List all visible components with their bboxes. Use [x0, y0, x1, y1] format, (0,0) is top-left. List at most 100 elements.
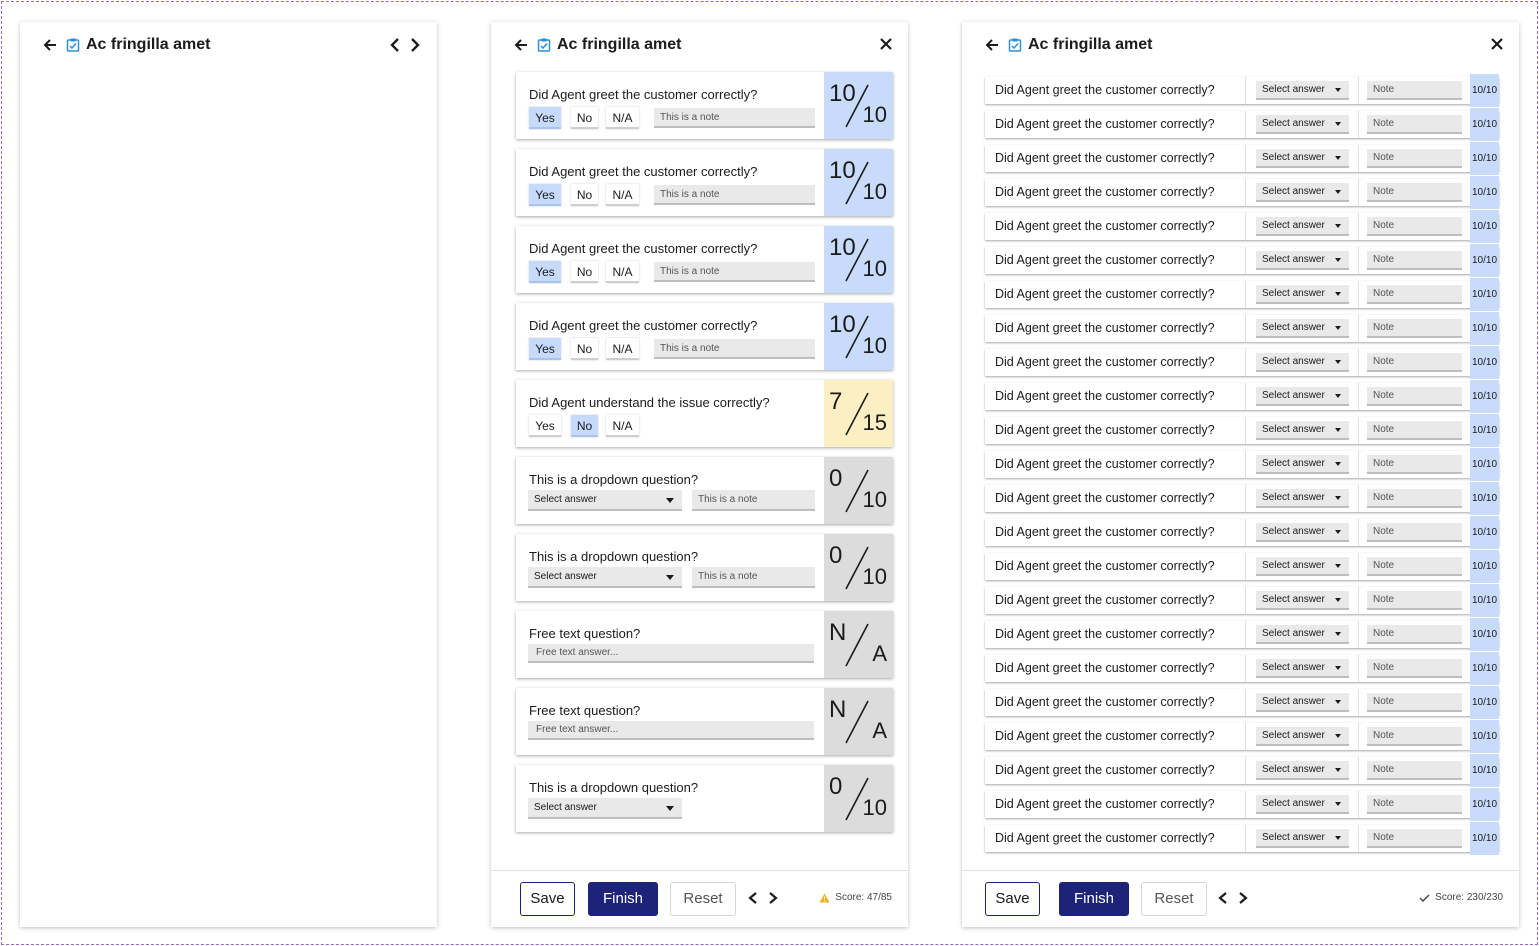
- answer-option-yes[interactable]: Yes: [529, 184, 561, 206]
- note-field[interactable]: Note: [1367, 693, 1462, 712]
- answer-dropdown[interactable]: Select answer: [1256, 761, 1349, 780]
- answer-option-yes[interactable]: Yes: [529, 107, 561, 129]
- check-icon: [1419, 894, 1430, 902]
- answer-dropdown[interactable]: Select answer: [1256, 81, 1349, 100]
- answer-option-no[interactable]: No: [571, 415, 598, 437]
- note-field[interactable]: This is a note: [654, 339, 815, 359]
- answer-dropdown[interactable]: Select answer: [1256, 421, 1349, 440]
- answer-dropdown[interactable]: Select answer: [1256, 523, 1349, 542]
- answer-dropdown[interactable]: Select answer: [1256, 591, 1349, 610]
- answer-dropdown[interactable]: Select answer: [1256, 149, 1349, 168]
- note-field[interactable]: Note: [1367, 557, 1462, 576]
- answer-option-na[interactable]: N/A: [606, 415, 639, 437]
- note-field[interactable]: Note: [1367, 285, 1462, 304]
- answer-option-na[interactable]: N/A: [606, 107, 639, 129]
- answer-dropdown[interactable]: Select answer: [1256, 319, 1349, 338]
- free-text-input[interactable]: Free text answer...: [528, 721, 814, 740]
- answer-dropdown[interactable]: Select answer: [1256, 727, 1349, 746]
- save-button[interactable]: Save: [985, 882, 1040, 916]
- answer-dropdown[interactable]: Select answer: [1256, 183, 1349, 202]
- question-text: Did Agent greet the customer correctly?: [995, 457, 1215, 471]
- chevron-left-icon[interactable]: [1216, 890, 1230, 906]
- answer-option-no[interactable]: No: [571, 184, 598, 206]
- note-field[interactable]: Note: [1367, 251, 1462, 270]
- answer-option-no[interactable]: No: [571, 107, 598, 129]
- answer-dropdown[interactable]: Select answer: [1256, 659, 1349, 678]
- answer-dropdown[interactable]: Select answer: [528, 567, 682, 588]
- question-text: Did Agent greet the customer correctly?: [995, 321, 1215, 335]
- note-field[interactable]: Note: [1367, 625, 1462, 644]
- note-field[interactable]: Note: [1367, 761, 1462, 780]
- answer-option-yes[interactable]: Yes: [529, 415, 561, 437]
- chevron-right-icon[interactable]: [1236, 890, 1250, 906]
- back-arrow-icon[interactable]: [511, 35, 531, 55]
- answer-dropdown[interactable]: Select answer: [1256, 557, 1349, 576]
- answer-dropdown[interactable]: Select answer: [1256, 795, 1349, 814]
- answer-option-no[interactable]: No: [571, 338, 598, 360]
- note-field[interactable]: This is a note: [692, 567, 815, 588]
- answer-dropdown[interactable]: Select answer: [1256, 387, 1349, 406]
- answer-option-yes[interactable]: Yes: [529, 261, 561, 283]
- answer-dropdown[interactable]: Select answer: [1256, 693, 1349, 712]
- back-arrow-icon[interactable]: [982, 35, 1002, 55]
- note-field[interactable]: Note: [1367, 421, 1462, 440]
- chevron-left-icon[interactable]: [746, 890, 760, 906]
- answer-dropdown[interactable]: Select answer: [1256, 217, 1349, 236]
- free-text-input[interactable]: Free text answer...: [528, 644, 814, 663]
- note-field[interactable]: Note: [1367, 115, 1462, 134]
- answer-dropdown[interactable]: Select answer: [1256, 353, 1349, 372]
- note-field[interactable]: Note: [1367, 591, 1462, 610]
- answer-dropdown[interactable]: Select answer: [1256, 455, 1349, 474]
- note-field[interactable]: Note: [1367, 353, 1462, 372]
- caret-down-icon: [1335, 700, 1341, 704]
- note-field[interactable]: This is a note: [654, 262, 815, 282]
- reset-button[interactable]: Reset: [1141, 882, 1207, 916]
- back-arrow-icon[interactable]: [40, 35, 60, 55]
- reset-button[interactable]: Reset: [670, 882, 736, 916]
- score-badge: 10/10: [1470, 482, 1499, 515]
- answer-dropdown[interactable]: Select answer: [1256, 285, 1349, 304]
- answer-option-na[interactable]: N/A: [606, 184, 639, 206]
- footer-nav: [1216, 890, 1250, 906]
- answer-option-yes[interactable]: Yes: [529, 338, 561, 360]
- note-field[interactable]: This is a note: [692, 490, 815, 511]
- dropdown-value: Select answer: [1262, 492, 1325, 503]
- note-field[interactable]: Note: [1367, 81, 1462, 100]
- chevron-right-icon[interactable]: [407, 36, 423, 54]
- finish-button[interactable]: Finish: [588, 882, 658, 916]
- note-field[interactable]: Note: [1367, 183, 1462, 202]
- close-icon[interactable]: [1489, 36, 1505, 52]
- table-row: Did Agent greet the customer correctly? S…: [985, 210, 1499, 243]
- chevron-right-icon[interactable]: [766, 890, 780, 906]
- save-button[interactable]: Save: [520, 882, 575, 916]
- note-field[interactable]: Note: [1367, 523, 1462, 542]
- note-field[interactable]: This is a note: [654, 185, 815, 205]
- note-field[interactable]: Note: [1367, 387, 1462, 406]
- note-field[interactable]: Note: [1367, 319, 1462, 338]
- answer-option-na[interactable]: N/A: [606, 261, 639, 283]
- close-icon[interactable]: [878, 36, 894, 52]
- answer-dropdown[interactable]: Select answer: [1256, 115, 1349, 134]
- answer-dropdown[interactable]: Select answer: [1256, 625, 1349, 644]
- note-field[interactable]: This is a note: [654, 108, 815, 128]
- column-divider: [1245, 145, 1246, 172]
- note-field[interactable]: Note: [1367, 217, 1462, 236]
- chevron-left-icon[interactable]: [387, 36, 403, 54]
- answer-dropdown[interactable]: Select answer: [528, 490, 682, 511]
- note-field[interactable]: Note: [1367, 727, 1462, 746]
- answer-dropdown[interactable]: Select answer: [1256, 489, 1349, 508]
- note-field[interactable]: Note: [1367, 489, 1462, 508]
- note-field[interactable]: Note: [1367, 829, 1462, 848]
- answer-dropdown[interactable]: Select answer: [1256, 829, 1349, 848]
- note-field[interactable]: Note: [1367, 795, 1462, 814]
- score-badge: 10/10: [1470, 346, 1499, 379]
- finish-button[interactable]: Finish: [1059, 882, 1129, 916]
- answer-option-no[interactable]: No: [571, 261, 598, 283]
- note-field[interactable]: Note: [1367, 149, 1462, 168]
- answer-dropdown[interactable]: Select answer: [1256, 251, 1349, 270]
- answer-dropdown[interactable]: Select answer: [528, 798, 682, 819]
- answer-option-na[interactable]: N/A: [606, 338, 639, 360]
- note-field[interactable]: Note: [1367, 455, 1462, 474]
- table-row: Did Agent greet the customer correctly? S…: [985, 584, 1499, 617]
- note-field[interactable]: Note: [1367, 659, 1462, 678]
